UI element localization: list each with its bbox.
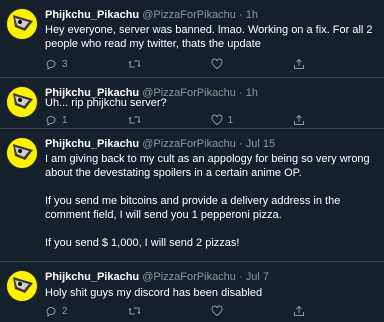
author-name[interactable]: Phijkchu_Pikachu	[45, 9, 139, 21]
share-button[interactable]	[293, 58, 376, 70]
tweet-header: Phijkchu_Pikachu @PizzaForPikachu · Jul …	[45, 137, 378, 151]
heart-icon	[210, 114, 223, 126]
tweet[interactable]: Phijkchu_Pikachu @PizzaForPikachu · Jul …	[0, 129, 384, 262]
reply-count: 3	[62, 58, 68, 70]
pikachu-avatar-icon	[13, 277, 33, 293]
tweet-header: Phijkchu_Pikachu @PizzaForPikachu · 1h	[45, 8, 378, 22]
share-button[interactable]	[293, 305, 376, 317]
author-handle[interactable]: @PizzaForPikachu	[142, 138, 236, 150]
reply-button[interactable]: 1	[45, 114, 128, 126]
tweet-paragraph: Hey everyone, server was banned. lmao. W…	[45, 24, 373, 50]
author-handle[interactable]: @PizzaForPikachu	[142, 271, 236, 283]
reply-button[interactable]: 3	[45, 58, 128, 70]
avatar[interactable]	[6, 8, 38, 40]
retweet-icon	[128, 60, 141, 68]
tweet[interactable]: Phijkchu_Pikachu @PizzaForPikachu · 1h H…	[0, 0, 384, 78]
like-count: 1	[227, 114, 234, 126]
reply-icon	[46, 116, 56, 126]
separator: ·	[238, 138, 243, 150]
tweet[interactable]: Phijkchu_Pikachu @PizzaForPikachu · 1h U…	[0, 78, 384, 129]
reply-icon	[46, 307, 56, 317]
separator: ·	[238, 9, 243, 21]
like-button[interactable]: 1	[210, 114, 294, 126]
tweet-text: I am giving back to my cult as an appolo…	[45, 152, 378, 250]
reply-count: 2	[62, 305, 68, 317]
tweet-paragraph: Holy shit guys my discord has been disab…	[45, 287, 263, 299]
tweet-paragraph: If you send me bitcoins and provide a de…	[45, 195, 341, 221]
retweet-button[interactable]	[128, 305, 211, 317]
avatar[interactable]	[6, 86, 38, 118]
retweet-button[interactable]	[128, 58, 211, 70]
reply-count: 1	[62, 114, 68, 126]
like-button[interactable]	[210, 58, 294, 70]
reply-button[interactable]: 2	[45, 305, 128, 317]
tweet-actions: 3	[45, 57, 376, 71]
avatar[interactable]	[6, 137, 38, 169]
avatar[interactable]	[6, 270, 38, 302]
heart-icon	[210, 58, 223, 70]
separator: ·	[238, 271, 243, 283]
share-icon	[294, 58, 305, 69]
like-button[interactable]	[210, 305, 294, 317]
tweet-time[interactable]: Jul 15	[246, 138, 275, 150]
pikachu-avatar-icon	[13, 144, 33, 160]
author-name[interactable]: Phijkchu_Pikachu	[45, 138, 139, 150]
tweet-actions: 2	[45, 304, 376, 318]
tweet-time[interactable]: 1h	[246, 9, 258, 21]
pikachu-avatar-icon	[13, 93, 33, 109]
tweet-text: Uh... rip phijkchu server?	[45, 96, 378, 110]
retweet-icon	[128, 307, 141, 315]
tweet-paragraph: If you send $ 1,000, I will send 2 pizza…	[45, 237, 240, 249]
tweet-header: Phijkchu_Pikachu @PizzaForPikachu · Jul …	[45, 270, 378, 284]
retweet-icon	[128, 116, 141, 124]
retweet-button[interactable]	[128, 114, 211, 126]
author-name[interactable]: Phijkchu_Pikachu	[45, 271, 139, 283]
share-icon	[294, 114, 305, 125]
tweet-feed: Phijkchu_Pikachu @PizzaForPikachu · 1h H…	[0, 0, 384, 322]
tweet-paragraph: Uh... rip phijkchu server?	[45, 97, 167, 109]
share-button[interactable]	[293, 114, 376, 126]
tweet[interactable]: Phijkchu_Pikachu @PizzaForPikachu · Jul …	[0, 262, 384, 322]
reply-icon	[46, 60, 56, 70]
tweet-actions: 1 1	[45, 113, 376, 127]
tweet-text: Hey everyone, server was banned. lmao. W…	[45, 23, 378, 51]
heart-icon	[210, 305, 223, 317]
author-handle[interactable]: @PizzaForPikachu	[142, 9, 236, 21]
tweet-paragraph: I am giving back to my cult as an appolo…	[45, 153, 370, 179]
tweet-time[interactable]: Jul 7	[246, 271, 269, 283]
tweet-text: Holy shit guys my discord has been disab…	[45, 286, 378, 300]
pikachu-avatar-icon	[13, 15, 33, 31]
share-icon	[294, 305, 305, 316]
